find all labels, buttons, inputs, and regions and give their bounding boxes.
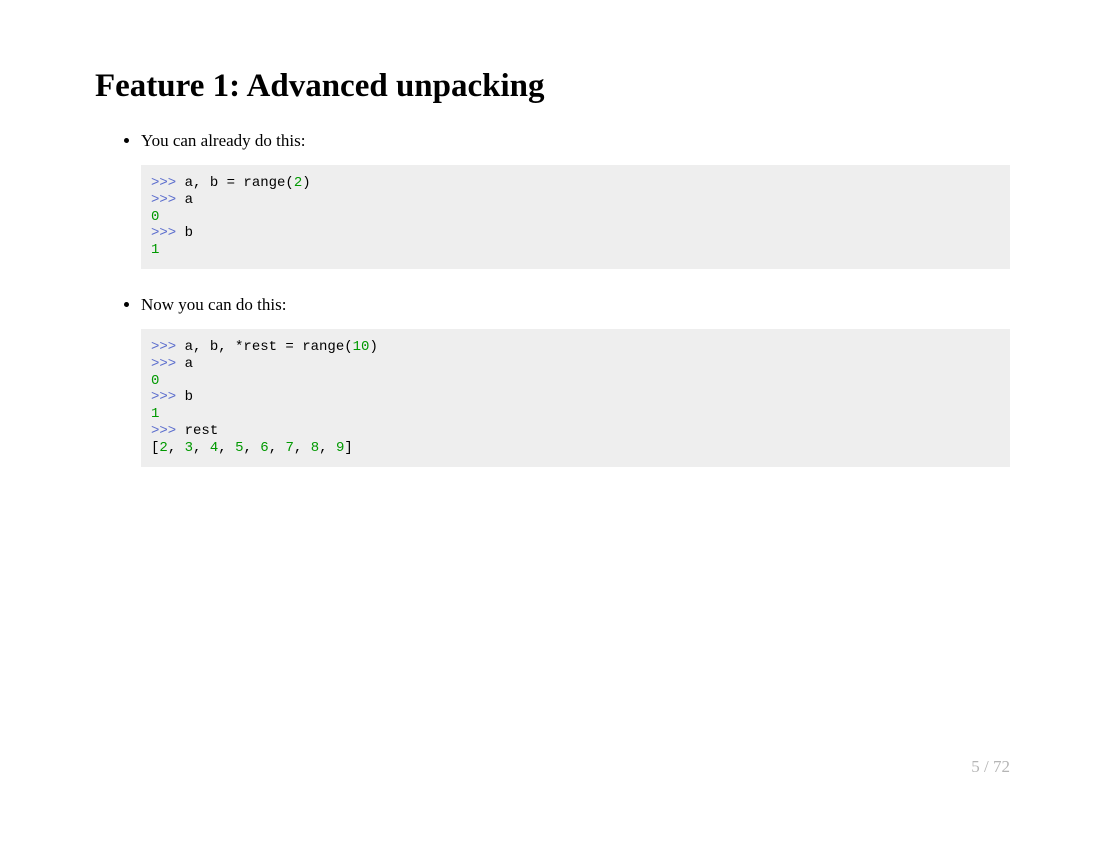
prompt-icon: >>> xyxy=(151,175,185,191)
code-text: , xyxy=(218,440,235,456)
code-number: 2 xyxy=(159,440,167,456)
code-text: b xyxy=(185,389,193,405)
code-number: 3 xyxy=(185,440,193,456)
code-output: 1 xyxy=(151,406,159,422)
code-text: , xyxy=(294,440,311,456)
code-text: a, b, *rest = range( xyxy=(185,339,353,355)
code-text: , xyxy=(269,440,286,456)
code-text: b xyxy=(185,225,193,241)
prompt-icon: >>> xyxy=(151,192,185,208)
prompt-icon: >>> xyxy=(151,339,185,355)
code-text: ) xyxy=(369,339,377,355)
code-text: a xyxy=(185,192,193,208)
code-text: , xyxy=(168,440,185,456)
code-text: , xyxy=(243,440,260,456)
list-item: You can already do this: >>> a, b = rang… xyxy=(141,131,1010,269)
code-text: a, b = range( xyxy=(185,175,294,191)
code-block-1: >>> a, b = range(2) >>> a 0 >>> b 1 xyxy=(141,165,1010,269)
code-number: 4 xyxy=(210,440,218,456)
code-text: , xyxy=(193,440,210,456)
code-output: 0 xyxy=(151,373,159,389)
code-block-2: >>> a, b, *rest = range(10) >>> a 0 >>> … xyxy=(141,329,1010,467)
code-text: a xyxy=(185,356,193,372)
prompt-icon: >>> xyxy=(151,389,185,405)
code-number: 10 xyxy=(353,339,370,355)
code-text: ] xyxy=(344,440,352,456)
bullet-list: You can already do this: >>> a, b = rang… xyxy=(95,131,1010,467)
prompt-icon: >>> xyxy=(151,356,185,372)
page-indicator: 5 / 72 xyxy=(971,757,1010,777)
bullet-text: Now you can do this: xyxy=(141,295,1010,315)
code-text: ) xyxy=(302,175,310,191)
code-text: , xyxy=(319,440,336,456)
code-number: 8 xyxy=(311,440,319,456)
code-number: 6 xyxy=(260,440,268,456)
code-number: 7 xyxy=(286,440,294,456)
slide-title: Feature 1: Advanced unpacking xyxy=(95,68,1010,105)
code-output: 0 xyxy=(151,209,159,225)
code-text: rest xyxy=(185,423,219,439)
code-number: 2 xyxy=(294,175,302,191)
code-output: 1 xyxy=(151,242,159,258)
bullet-text: You can already do this: xyxy=(141,131,1010,151)
prompt-icon: >>> xyxy=(151,225,185,241)
prompt-icon: >>> xyxy=(151,423,185,439)
list-item: Now you can do this: >>> a, b, *rest = r… xyxy=(141,295,1010,467)
